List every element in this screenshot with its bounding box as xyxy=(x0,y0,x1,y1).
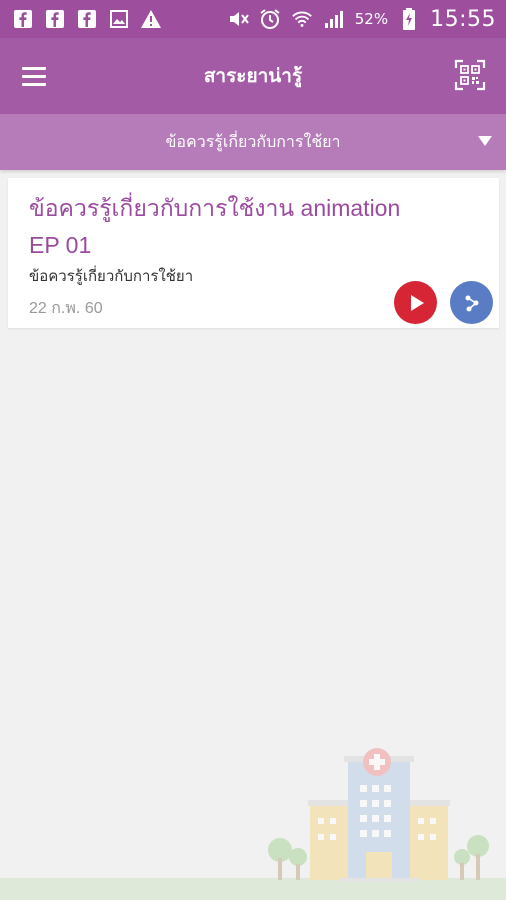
mute-icon xyxy=(227,8,249,30)
warning-icon xyxy=(140,8,162,30)
app-bar: สาระยาน่ารู้ xyxy=(0,38,506,114)
qr-scan-icon[interactable] xyxy=(454,59,486,91)
article-card[interactable]: ข้อควรรู้เกี่ยวกับการใช้งาน animation EP… xyxy=(8,178,499,328)
page-title: สาระยาน่ารู้ xyxy=(203,66,303,87)
chevron-down-icon xyxy=(478,136,492,146)
system-icons: 52% 15:55 xyxy=(227,7,496,32)
category-selected-label: ข้อควรรู้เกี่ยวกับการใช้ยา xyxy=(165,133,341,151)
notification-icons xyxy=(12,8,162,30)
status-bar: 52% 15:55 xyxy=(0,0,506,38)
share-button[interactable] xyxy=(450,281,493,324)
hamburger-menu-icon[interactable] xyxy=(22,62,50,90)
share-icon xyxy=(465,295,478,311)
facebook-icon xyxy=(44,8,66,30)
clock: 15:55 xyxy=(430,6,496,32)
image-icon xyxy=(108,8,130,30)
facebook-icon xyxy=(76,8,98,30)
article-date: 22 ก.พ. 60 xyxy=(29,300,103,317)
play-button[interactable] xyxy=(394,281,437,324)
signal-icon xyxy=(323,8,345,30)
category-dropdown[interactable]: ข้อควรรู้เกี่ยวกับการใช้ยา xyxy=(0,114,506,170)
battery-percent: 52% xyxy=(354,10,389,28)
wifi-icon xyxy=(291,8,313,30)
hospital-illustration xyxy=(0,748,506,900)
article-title: ข้อควรรู้เกี่ยวกับการใช้งาน animation EP… xyxy=(29,195,401,258)
facebook-icon xyxy=(12,8,34,30)
play-icon xyxy=(410,294,424,311)
battery-charging-icon xyxy=(398,8,420,30)
article-category: ข้อควรรู้เกี่ยวกับการใช้ยา xyxy=(29,268,194,285)
alarm-icon xyxy=(259,8,281,30)
